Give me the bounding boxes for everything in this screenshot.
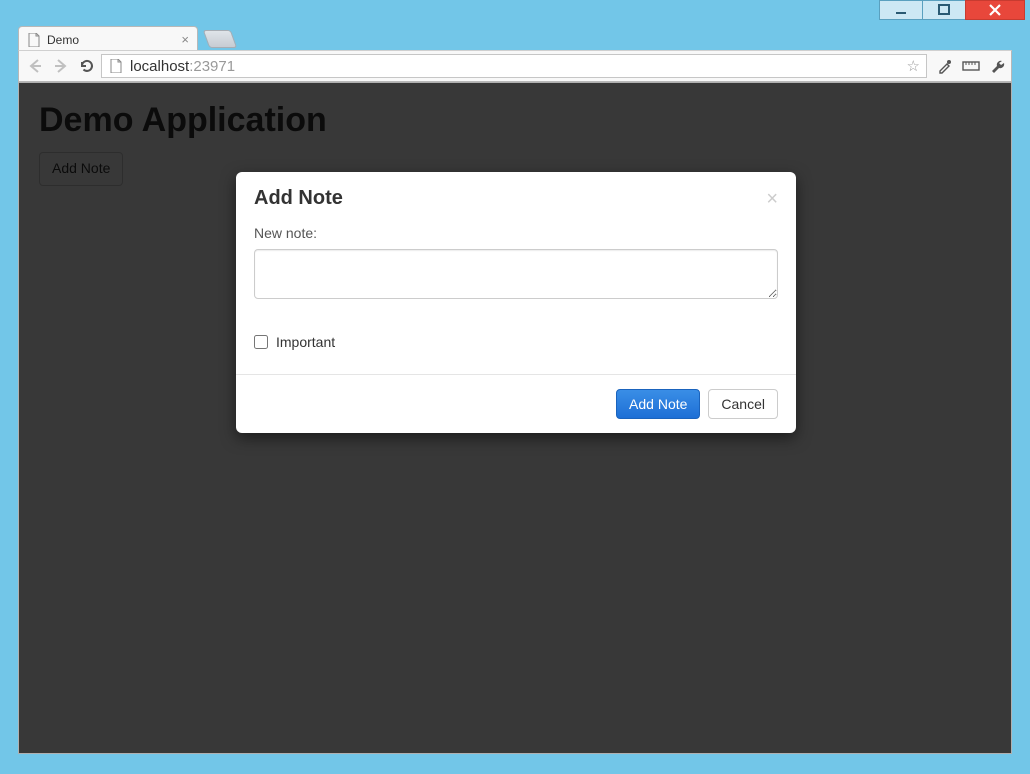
important-checkbox[interactable] (254, 335, 268, 349)
wrench-icon[interactable] (987, 56, 1007, 76)
reload-icon (78, 57, 96, 75)
modal-cancel-button[interactable]: Cancel (708, 389, 778, 419)
window-titlebar (0, 0, 1030, 27)
tab-strip: Demo × (18, 24, 1012, 52)
url-host: localhost (130, 58, 189, 75)
modal-close-button[interactable]: × (766, 189, 778, 209)
important-label: Important (276, 334, 335, 350)
modal-title: Add Note (254, 187, 343, 210)
arrow-left-icon (26, 57, 44, 75)
modal-footer: Add Note Cancel (236, 374, 796, 433)
maximize-icon (938, 4, 950, 16)
address-bar[interactable]: localhost:23971 ☆ (101, 54, 927, 78)
ruler-icon[interactable] (961, 56, 981, 76)
browser-tab[interactable]: Demo × (18, 26, 198, 52)
minimize-icon (895, 4, 907, 16)
forward-button[interactable] (49, 54, 73, 78)
window-close-button[interactable] (965, 0, 1025, 20)
tab-title: Demo (47, 33, 181, 47)
modal-submit-button[interactable]: Add Note (616, 389, 700, 419)
site-icon (108, 58, 124, 74)
new-note-label: New note: (254, 225, 778, 241)
window-caption-buttons (880, 0, 1025, 20)
tab-close-icon[interactable]: × (181, 32, 189, 47)
important-checkbox-row: Important (254, 334, 778, 350)
page-icon (27, 33, 41, 47)
browser-toolbar: localhost:23971 ☆ (18, 50, 1012, 82)
arrow-right-icon (52, 57, 70, 75)
page-viewport: Demo Application Add Note Add Note × New… (18, 82, 1012, 754)
browser-window: Demo × localhost:23971 ☆ (0, 0, 1030, 774)
modal-header: Add Note × (236, 172, 796, 225)
modal-body: New note: Important (236, 225, 796, 374)
reload-button[interactable] (75, 54, 99, 78)
new-tab-button[interactable] (203, 30, 238, 48)
close-icon (988, 3, 1002, 17)
url-port: :23971 (189, 58, 235, 75)
window-minimize-button[interactable] (879, 0, 923, 20)
bookmark-star-icon[interactable]: ☆ (907, 57, 920, 75)
new-note-textarea[interactable] (254, 249, 778, 299)
back-button[interactable] (23, 54, 47, 78)
eyedropper-icon[interactable] (935, 56, 955, 76)
add-note-modal: Add Note × New note: Important Add Note … (236, 172, 796, 433)
extension-icons (935, 56, 1007, 76)
window-maximize-button[interactable] (922, 0, 966, 20)
close-icon: × (766, 188, 778, 210)
